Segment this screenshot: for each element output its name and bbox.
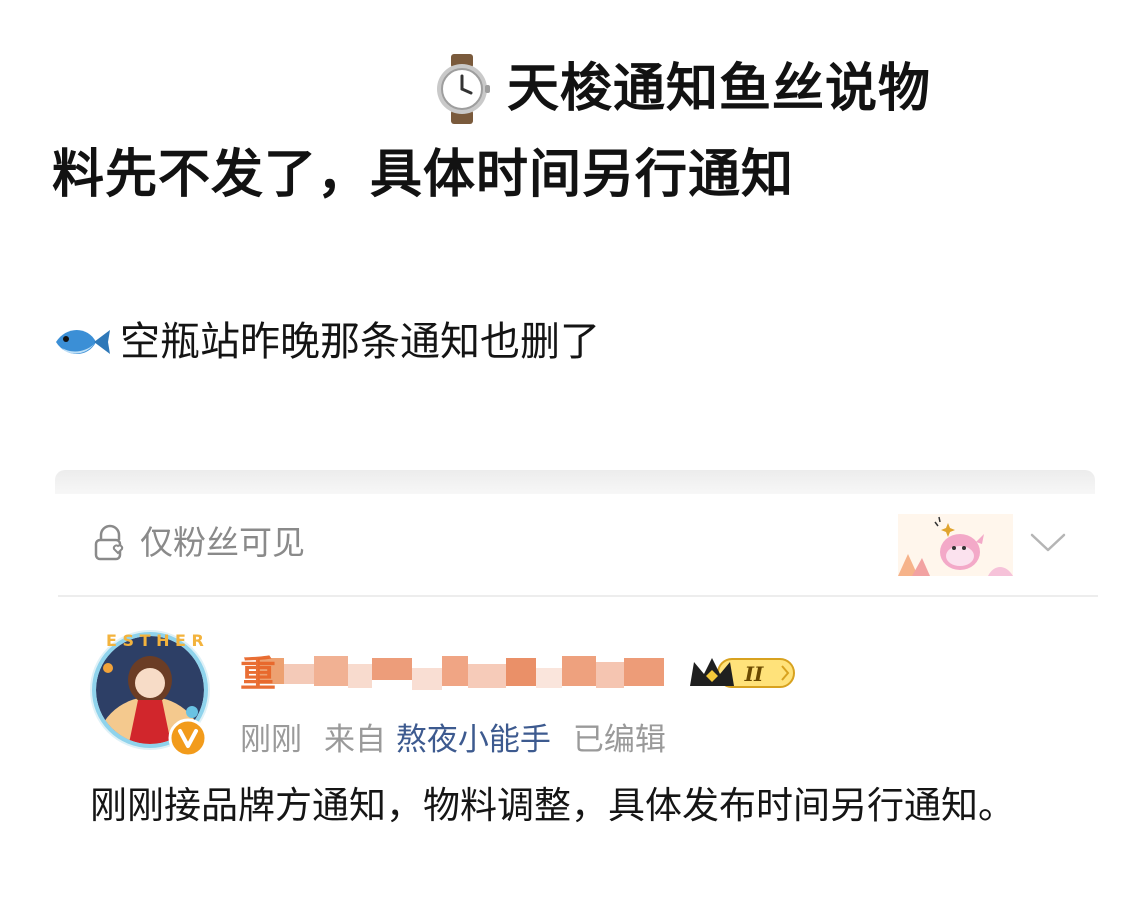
verified-badge-icon [168,718,208,758]
watch-icon [437,54,490,124]
post-meta: 刚刚 来自 熬夜小能手 已编辑 [240,718,666,762]
post-time: 刚刚 [240,722,302,758]
source-app-link[interactable]: 熬夜小能手 [396,722,551,758]
caption-subline: 空瓶站昨晚那条通知也删了 [52,312,600,372]
username-obscured[interactable] [240,650,680,700]
username-visible-prefix[interactable]: 重 [240,652,276,698]
whale-sticker-icon [898,514,1013,576]
caption-line-1: 天梭通知鱼丝说物 [52,46,1052,132]
vip-level-badge-icon: II [690,658,795,688]
lock-heart-icon [94,524,124,561]
edited-label[interactable]: 已编辑 [573,722,666,758]
chevron-down-icon[interactable] [1028,530,1068,554]
visibility-row: 仅粉丝可见 [58,494,1098,594]
post-body-text: 刚刚接品牌方通知，物料调整，具体发布时间另行通知。 [90,784,1015,827]
card-divider [58,595,1098,597]
card-top-strip [55,470,1095,494]
caption-line-2: 料先不发了，具体时间另行通知 [52,145,795,205]
vip-level-text: II [744,662,764,686]
fish-icon [56,330,110,354]
svg-text:E S T H E R: E S T H E R [106,631,204,650]
caption-line-1-text: 天梭通知鱼丝说物 [507,59,932,119]
visibility-label: 仅粉丝可见 [140,523,305,562]
caption-headline: 天梭通知鱼丝说物 料先不发了，具体时间另行通知 [52,46,1052,218]
caption-subline-text: 空瓶站昨晚那条通知也删了 [120,319,600,365]
screenshot-canvas: 天梭通知鱼丝说物 料先不发了，具体时间另行通知 空瓶站昨晚那条通知也删了 仅粉丝… [0,0,1140,917]
source-from-label: 来自 [324,722,386,758]
